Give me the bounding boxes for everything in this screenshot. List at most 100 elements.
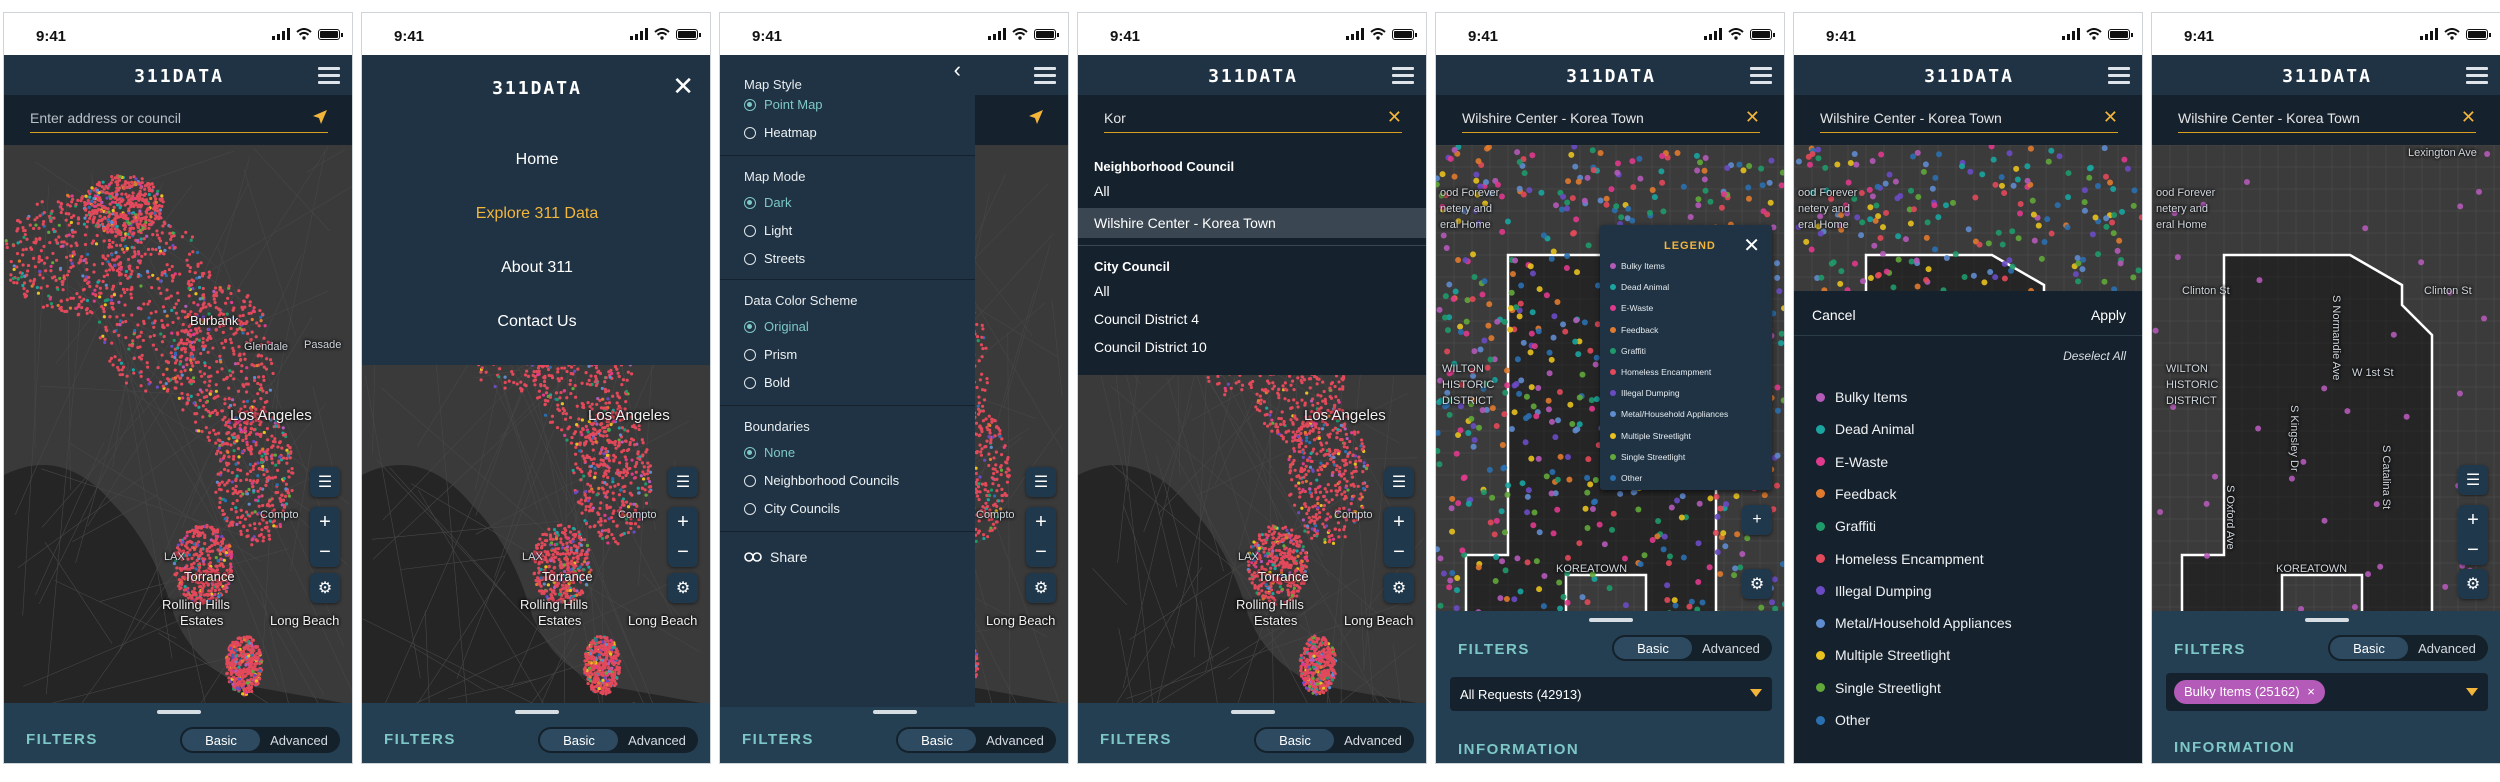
- nc-item-all[interactable]: All: [1094, 183, 1110, 199]
- zoom-out-button[interactable]: −: [668, 537, 698, 567]
- hamburger-menu-icon[interactable]: [2108, 67, 2130, 84]
- settings-button[interactable]: ⚙: [2458, 569, 2488, 599]
- zoom-in-button[interactable]: +: [1742, 505, 1772, 535]
- category-item[interactable]: Homeless Encampment: [1816, 551, 1984, 567]
- category-item[interactable]: Bulky Items: [1816, 389, 1907, 405]
- cc-item-all[interactable]: All: [1094, 283, 1110, 299]
- drag-handle[interactable]: [2305, 618, 2349, 622]
- category-item[interactable]: Other: [1816, 712, 1870, 728]
- option-original[interactable]: Original: [744, 319, 809, 334]
- basic-tab[interactable]: Basic: [2330, 637, 2408, 659]
- close-icon[interactable]: ✕: [1743, 233, 1760, 258]
- nav-item-explore[interactable]: Explore 311 Data: [362, 205, 710, 223]
- option-city-councils[interactable]: City Councils: [744, 501, 840, 516]
- filter-mode-toggle[interactable]: Basic Advanced: [896, 727, 1056, 753]
- deselect-all-button[interactable]: Deselect All: [2063, 349, 2126, 363]
- settings-button[interactable]: ⚙: [668, 573, 698, 603]
- filters-panel[interactable]: FILTERS Basic Advanced All Requests (429…: [1436, 611, 1784, 763]
- advanced-tab[interactable]: Advanced: [260, 729, 338, 751]
- option-neighborhood-councils[interactable]: Neighborhood Councils: [744, 473, 899, 488]
- zoom-out-button[interactable]: −: [1384, 537, 1414, 567]
- chevron-left-icon[interactable]: ‹: [954, 57, 961, 83]
- option-bold[interactable]: Bold: [744, 375, 790, 390]
- zoom-in-button[interactable]: +: [668, 507, 698, 537]
- close-icon[interactable]: ✕: [672, 71, 694, 102]
- settings-button[interactable]: ⚙: [1742, 569, 1772, 599]
- filter-chip-bulky-items[interactable]: Bulky Items (25162) ×: [2174, 680, 2325, 704]
- zoom-in-button[interactable]: +: [1384, 507, 1414, 537]
- option-streets[interactable]: Streets: [744, 251, 805, 266]
- address-search-input[interactable]: Kor: [1104, 107, 1402, 133]
- category-item[interactable]: Multiple Streetlight: [1816, 647, 1950, 663]
- advanced-tab[interactable]: Advanced: [618, 729, 696, 751]
- drag-handle[interactable]: [1589, 618, 1633, 622]
- legend-list-button[interactable]: ☰: [668, 467, 698, 497]
- legend-list-button[interactable]: ☰: [2458, 465, 2488, 495]
- drag-handle[interactable]: [515, 710, 559, 714]
- cc-item-district-10[interactable]: Council District 10: [1094, 339, 1207, 355]
- hamburger-menu-icon[interactable]: [318, 67, 340, 84]
- nc-item-wilshire[interactable]: Wilshire Center - Korea Town: [1094, 215, 1276, 231]
- hamburger-menu-icon[interactable]: [2466, 67, 2488, 84]
- advanced-tab[interactable]: Advanced: [1334, 729, 1412, 751]
- advanced-tab[interactable]: Advanced: [2408, 637, 2486, 659]
- legend-list-button[interactable]: ☰: [1026, 467, 1056, 497]
- advanced-tab[interactable]: Advanced: [1692, 637, 1770, 659]
- request-type-select[interactable]: All Requests (42913): [1450, 677, 1772, 711]
- clear-search-icon[interactable]: ✕: [2098, 107, 2118, 129]
- clear-search-icon[interactable]: ✕: [1740, 107, 1760, 129]
- zoom-out-button[interactable]: −: [1026, 537, 1056, 567]
- cancel-button[interactable]: Cancel: [1812, 307, 1856, 323]
- share-button[interactable]: Share: [744, 549, 807, 565]
- option-dark[interactable]: Dark: [744, 195, 791, 210]
- apply-button[interactable]: Apply: [2091, 307, 2126, 323]
- address-search-input[interactable]: Wilshire Center - Korea Town: [1462, 107, 1760, 133]
- zoom-out-button[interactable]: −: [310, 537, 340, 567]
- zoom-in-button[interactable]: +: [310, 507, 340, 537]
- address-search-input[interactable]: Wilshire Center - Korea Town: [1820, 107, 2118, 133]
- category-item[interactable]: Single Streetlight: [1816, 680, 1941, 696]
- settings-button[interactable]: ⚙: [1026, 573, 1056, 603]
- basic-tab[interactable]: Basic: [1614, 637, 1692, 659]
- clear-search-icon[interactable]: ✕: [1382, 107, 1402, 129]
- legend-list-button[interactable]: ☰: [1384, 467, 1414, 497]
- zoom-out-button[interactable]: −: [2458, 535, 2488, 565]
- nav-item-about[interactable]: About 311: [362, 259, 710, 277]
- option-point-map[interactable]: Point Map: [744, 97, 823, 112]
- basic-tab[interactable]: Basic: [1256, 729, 1334, 751]
- option-heatmap[interactable]: Heatmap: [744, 125, 817, 140]
- locate-arrow-icon[interactable]: [308, 109, 328, 131]
- filter-mode-toggle[interactable]: Basic Advanced: [2328, 635, 2488, 661]
- option-light[interactable]: Light: [744, 223, 792, 238]
- basic-tab[interactable]: Basic: [898, 729, 976, 751]
- advanced-tab[interactable]: Advanced: [976, 729, 1054, 751]
- option-none[interactable]: None: [744, 445, 795, 460]
- category-item[interactable]: Dead Animal: [1816, 421, 1914, 437]
- hamburger-menu-icon[interactable]: [1034, 67, 1056, 84]
- city-map[interactable]: Burbank Glendale Pasade Los Angeles Comp…: [4, 145, 352, 763]
- basic-tab[interactable]: Basic: [182, 729, 260, 751]
- drag-handle[interactable]: [873, 710, 917, 714]
- category-item[interactable]: Feedback: [1816, 486, 1896, 502]
- filters-panel[interactable]: FILTERS Basic Advanced Bulky Items (2516…: [2152, 611, 2500, 763]
- category-item[interactable]: Metal/Household Appliances: [1816, 615, 2012, 631]
- cc-item-district-4[interactable]: Council District 4: [1094, 311, 1199, 327]
- legend-list-button[interactable]: ☰: [310, 467, 340, 497]
- category-item[interactable]: Graffiti: [1816, 518, 1876, 534]
- filters-panel[interactable]: FILTERS Basic Advanced: [1078, 703, 1426, 763]
- category-item[interactable]: E-Waste: [1816, 454, 1888, 470]
- chip-close-icon[interactable]: ×: [2307, 684, 2315, 699]
- filter-mode-toggle[interactable]: Basic Advanced: [180, 727, 340, 753]
- filters-panel[interactable]: FILTERS Basic Advanced: [720, 703, 1068, 763]
- filters-panel[interactable]: FILTERS Basic Advanced: [362, 703, 710, 763]
- clear-search-icon[interactable]: ✕: [2456, 107, 2476, 129]
- zoom-in-button[interactable]: +: [2458, 505, 2488, 535]
- hamburger-menu-icon[interactable]: [1392, 67, 1414, 84]
- filter-mode-toggle[interactable]: Basic Advanced: [538, 727, 698, 753]
- filter-mode-toggle[interactable]: Basic Advanced: [1612, 635, 1772, 661]
- address-search-input[interactable]: Enter address or council: [30, 107, 328, 133]
- filters-panel[interactable]: FILTERS Basic Advanced: [4, 703, 352, 763]
- hamburger-menu-icon[interactable]: [1750, 67, 1772, 84]
- nav-item-contact[interactable]: Contact Us: [362, 313, 710, 331]
- drag-handle[interactable]: [157, 710, 201, 714]
